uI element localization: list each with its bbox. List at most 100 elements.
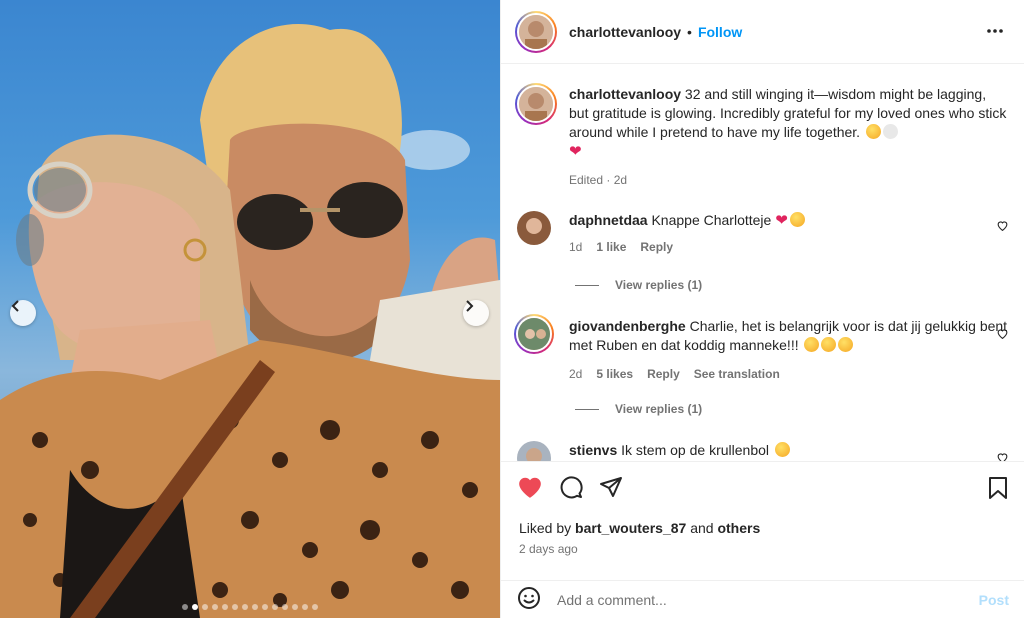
comment-time: 2d — [569, 367, 583, 381]
add-comment-bar: Post — [501, 580, 1024, 618]
comment-username[interactable]: giovandenberghe — [569, 318, 686, 334]
post-photo[interactable] — [0, 0, 500, 618]
emoji-icon — [518, 587, 540, 609]
comment-icon — [560, 475, 583, 498]
caption-body: charlottevanlooy 32 and still winging it… — [569, 85, 1009, 190]
comment-body: daphnetdaa Knappe Charlotteje ❤ 1d 1 lik… — [569, 211, 1009, 257]
red-heart-emoji-icon: ❤ — [569, 143, 582, 160]
liked-by-others[interactable]: others — [717, 520, 760, 536]
comment-body: stienvs Ik stem op de krullenbol — [569, 441, 1009, 461]
smile-emoji-icon — [804, 337, 820, 352]
carousel-next-icon — [466, 300, 474, 312]
post-details-panel: charlottevanlooy • Follow charlottevanlo… — [500, 0, 1024, 618]
post-timestamp[interactable]: 2 days ago — [501, 542, 1024, 556]
heart-eyes-emoji-icon — [774, 442, 790, 457]
kiss-emoji-icon — [821, 337, 837, 352]
reply-button[interactable]: Reply — [640, 238, 673, 257]
post-header: charlottevanlooy • Follow — [501, 0, 1024, 64]
view-replies-label: View replies (1) — [615, 278, 703, 292]
carousel-prev-button[interactable] — [10, 300, 36, 326]
carousel-dot — [202, 604, 208, 610]
comment-likes[interactable]: 5 likes — [596, 365, 633, 384]
commenter-avatar[interactable] — [517, 211, 551, 245]
caption-username[interactable]: charlottevanlooy — [569, 86, 681, 102]
comment-item: giovandenberghe Charlie, het is belangri… — [514, 314, 1009, 384]
carousel-dot — [212, 604, 218, 610]
save-button[interactable] — [987, 476, 1009, 503]
more-options-icon — [987, 29, 1003, 33]
heart-icon — [519, 477, 541, 498]
header-separator: • — [687, 23, 692, 40]
view-replies-line — [575, 284, 599, 286]
comment-input[interactable] — [557, 591, 937, 608]
view-replies-label: View replies (1) — [615, 402, 703, 416]
share-icon — [600, 476, 622, 497]
author-username[interactable]: charlottevanlooy — [569, 24, 681, 40]
like-comment-button[interactable] — [996, 219, 1009, 235]
like-comment-button[interactable] — [996, 327, 1009, 343]
carousel-indicator — [0, 604, 500, 610]
more-options-button[interactable] — [986, 22, 1004, 43]
heart-eyes-emoji-icon — [789, 212, 805, 227]
post-photo-illustration — [0, 24, 500, 618]
carousel-dot — [242, 604, 248, 610]
carousel-dot — [222, 604, 228, 610]
comments-list[interactable]: charlottevanlooy 32 and still winging it… — [501, 65, 1024, 461]
comment-time: 1d — [569, 240, 583, 254]
liked-by: Liked by bart_wouters_87 and others — [501, 520, 1024, 536]
caption-edited-time: Edited · 2d — [569, 173, 628, 187]
post-actions: Liked by bart_wouters_87 and others 2 da… — [501, 461, 1024, 556]
red-heart-emoji-icon: ❤ — [775, 212, 788, 229]
view-replies-line — [575, 408, 599, 410]
commenter-avatar[interactable] — [517, 441, 551, 461]
comment-text: Ik stem op de krullenbol — [621, 442, 769, 458]
carousel-dot — [272, 604, 278, 610]
clown-emoji-icon — [865, 124, 881, 139]
view-replies-button[interactable]: View replies (1) — [575, 402, 702, 416]
bookmark-icon — [989, 477, 1007, 499]
liked-by-prefix: Liked by — [519, 520, 572, 536]
comment-likes[interactable]: 1 like — [596, 238, 626, 257]
carousel-dot — [182, 604, 188, 610]
carousel-dot — [292, 604, 298, 610]
post-comment-button[interactable]: Post — [979, 592, 1009, 608]
comment-meta: 1d 1 like Reply — [569, 238, 1009, 257]
carousel-prev-icon — [11, 300, 19, 312]
comment-body: giovandenberghe Charlie, het is belangri… — [569, 317, 1009, 384]
carousel-dot — [232, 604, 238, 610]
comment-username[interactable]: daphnetdaa — [569, 212, 648, 228]
caption-row: charlottevanlooy 32 and still winging it… — [515, 83, 1009, 190]
heart-outline-icon — [997, 329, 1008, 340]
comment-item: daphnetdaa Knappe Charlotteje ❤ 1d 1 lik… — [517, 211, 1009, 257]
carousel-dot — [252, 604, 258, 610]
carousel-dot — [282, 604, 288, 610]
view-replies-button[interactable]: View replies (1) — [575, 278, 702, 292]
comment-text: Knappe Charlotteje — [651, 212, 772, 228]
heart-outline-icon — [997, 221, 1008, 232]
caption-meta: Edited · 2d — [569, 171, 1009, 190]
emoji-picker-button[interactable] — [517, 586, 541, 613]
reply-button[interactable]: Reply — [647, 365, 680, 384]
liked-by-and: and — [690, 520, 714, 536]
share-button[interactable] — [599, 475, 623, 502]
commenter-avatar[interactable] — [514, 314, 554, 354]
comment-button[interactable] — [559, 475, 583, 502]
carousel-dot — [192, 604, 198, 610]
carousel-dot — [262, 604, 268, 610]
carousel-dot — [302, 604, 308, 610]
comment-meta: 2d 5 likes Reply See translation — [569, 365, 1009, 384]
see-translation-button[interactable]: See translation — [694, 365, 780, 384]
author-avatar[interactable] — [515, 10, 557, 53]
ghost-emoji-icon — [882, 124, 898, 139]
follow-button[interactable]: Follow — [698, 24, 742, 40]
like-comment-button[interactable] — [996, 451, 1009, 461]
carousel-next-button[interactable] — [463, 300, 489, 326]
kiss-emoji-icon — [838, 337, 854, 352]
comment-item: stienvs Ik stem op de krullenbol — [517, 441, 1009, 461]
caption-author-avatar[interactable] — [515, 83, 557, 125]
action-bar — [501, 462, 1024, 514]
liked-by-user[interactable]: bart_wouters_87 — [575, 520, 686, 536]
like-button[interactable] — [517, 475, 543, 502]
heart-outline-icon — [997, 453, 1008, 461]
comment-username[interactable]: stienvs — [569, 442, 617, 458]
